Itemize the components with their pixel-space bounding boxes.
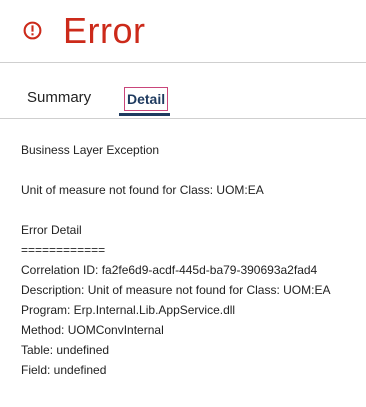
error-message: Unit of measure not found for Class: UOM… [21, 183, 264, 197]
separator: ============ [21, 243, 106, 257]
table: Table: undefined [21, 343, 110, 357]
error-detail-panel: Business Layer Exception Unit of measure… [21, 140, 361, 380]
tab-summary[interactable]: Summary [27, 88, 91, 108]
exception-type: Business Layer Exception [21, 143, 160, 157]
error-header: Error [0, 0, 366, 63]
program: Program: Erp.Internal.Lib.AppService.dll [21, 303, 236, 317]
active-tab-indicator [119, 113, 170, 116]
tab-bar: Summary Detail [0, 62, 366, 119]
field: Field: undefined [21, 363, 107, 377]
error-circle-icon [23, 21, 42, 40]
description: Description: Unit of measure not found f… [21, 283, 331, 297]
page-title: Error [63, 10, 146, 51]
error-detail-heading: Error Detail [21, 223, 82, 237]
method: Method: UOMConvInternal [21, 323, 164, 337]
correlation-id: Correlation ID: fa2fe6d9-acdf-445d-ba79-… [21, 263, 318, 277]
tab-detail[interactable]: Detail [124, 87, 169, 111]
